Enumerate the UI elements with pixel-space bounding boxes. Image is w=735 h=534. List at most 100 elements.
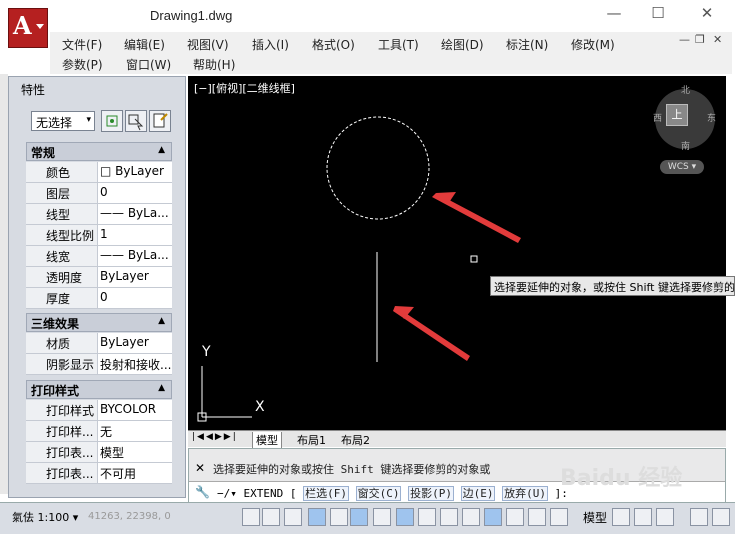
prop-key: 厚度 bbox=[26, 288, 98, 309]
3d-effects-section-header[interactable]: 三维效果 ▲ bbox=[26, 313, 172, 332]
polar-tracking-button[interactable] bbox=[330, 508, 348, 526]
quick-view-layouts-button[interactable] bbox=[612, 508, 630, 526]
dynamic-input-tooltip: 选择要延伸的对象，或按住 Shift 键选择要修剪的对象或 bbox=[490, 276, 735, 296]
workspace-switch-button[interactable] bbox=[690, 508, 708, 526]
plot-section-title: 打印样式 bbox=[31, 384, 80, 398]
annotation-visibility-button[interactable] bbox=[656, 508, 674, 526]
annotation-scale[interactable]: 氣佉 1:100 ▾ bbox=[12, 509, 78, 525]
grid-display-button[interactable] bbox=[284, 508, 302, 526]
3d-section-title: 三维效果 bbox=[31, 317, 80, 331]
window-title: Drawing1.dwg bbox=[150, 8, 233, 23]
quick-properties-button[interactable] bbox=[506, 508, 524, 526]
prop-row[interactable]: 透明度 ByLayer bbox=[26, 267, 172, 288]
prop-key: 图层 bbox=[26, 183, 98, 204]
collapse-icon: ▲ bbox=[158, 383, 165, 393]
model-space-button[interactable]: 模型 bbox=[583, 509, 607, 526]
menu-file[interactable]: 文件(F) bbox=[62, 36, 102, 53]
autocad-logo-icon: A bbox=[13, 11, 32, 40]
plot-style-section-header[interactable]: 打印样式 ▲ bbox=[26, 380, 172, 399]
prop-value: 无 bbox=[98, 421, 172, 442]
menu-dimension[interactable]: 标注(N) bbox=[506, 36, 548, 53]
prop-row[interactable]: 打印表... 模型 bbox=[26, 442, 172, 463]
prop-row[interactable]: 厚度 0 bbox=[26, 288, 172, 309]
prop-key: 打印表... bbox=[26, 463, 98, 484]
option-fence[interactable]: 栏选(F) bbox=[303, 486, 349, 501]
application-menu-button[interactable]: A bbox=[8, 8, 48, 48]
select-objects-button[interactable] bbox=[125, 110, 147, 132]
infer-constraints-button[interactable] bbox=[242, 508, 260, 526]
annotation-monitor-button[interactable] bbox=[550, 508, 568, 526]
general-section-header[interactable]: 常规 ▲ bbox=[26, 142, 172, 161]
menu-help[interactable]: 帮助(H) bbox=[193, 56, 235, 73]
prop-row[interactable]: 线宽 —— ByLa... bbox=[26, 246, 172, 267]
menu-draw[interactable]: 绘图(D) bbox=[441, 36, 484, 53]
prop-row[interactable]: 材质 ByLayer bbox=[26, 333, 172, 354]
option-edge[interactable]: 边(E) bbox=[460, 486, 496, 501]
prop-row[interactable]: 阴影显示 投射和接收... bbox=[26, 354, 172, 375]
dashed-circle[interactable] bbox=[326, 116, 430, 220]
ortho-mode-button[interactable] bbox=[308, 508, 326, 526]
quick-select-button[interactable] bbox=[149, 110, 171, 132]
quick-select-icon bbox=[153, 113, 168, 128]
prop-row[interactable]: 打印样... 无 bbox=[26, 421, 172, 442]
snap-mode-button[interactable] bbox=[262, 508, 280, 526]
prop-row[interactable]: 线型比例 1 bbox=[26, 225, 172, 246]
dynamic-ucs-button[interactable] bbox=[418, 508, 436, 526]
doc-close-button[interactable]: ✕ bbox=[713, 33, 722, 46]
3d-object-snap-button[interactable] bbox=[373, 508, 391, 526]
option-project[interactable]: 投影(P) bbox=[408, 486, 454, 501]
maximize-button[interactable]: ☐ bbox=[643, 4, 673, 26]
toggle-pickadd-button[interactable] bbox=[101, 110, 123, 132]
quick-view-drawings-button[interactable] bbox=[634, 508, 652, 526]
tab-layout1[interactable]: 布局1 bbox=[294, 432, 329, 448]
prop-key: 打印样... bbox=[26, 421, 98, 442]
doc-minimize-button[interactable]: — bbox=[679, 33, 690, 46]
tab-model[interactable]: 模型 bbox=[252, 432, 282, 449]
menu-parametric[interactable]: 参数(P) bbox=[62, 56, 103, 73]
option-undo[interactable]: 放弃(U) bbox=[502, 486, 548, 501]
selection-dropdown[interactable]: 无选择 ▾ bbox=[31, 111, 95, 131]
menu-tools[interactable]: 工具(T) bbox=[378, 36, 419, 53]
coordinates-readout[interactable]: 41263, 22398, 0 bbox=[88, 511, 171, 522]
chevron-down-icon: ▾ bbox=[86, 115, 91, 125]
prop-row[interactable]: 打印表... 不可用 bbox=[26, 463, 172, 484]
dynamic-input-button[interactable] bbox=[440, 508, 458, 526]
tab-layout2[interactable]: 布局2 bbox=[338, 432, 373, 448]
prop-row[interactable]: 打印样式 BYCOLOR bbox=[26, 400, 172, 421]
menu-format[interactable]: 格式(O) bbox=[312, 36, 355, 53]
menu-modify[interactable]: 修改(M) bbox=[571, 36, 615, 53]
object-snap-tracking-button[interactable] bbox=[396, 508, 414, 526]
selection-cycling-button[interactable] bbox=[528, 508, 546, 526]
wrench-icon[interactable]: 🔧 bbox=[195, 485, 210, 499]
transparency-button[interactable] bbox=[484, 508, 502, 526]
lineweight-button[interactable] bbox=[462, 508, 480, 526]
prop-row[interactable]: 图层 0 bbox=[26, 183, 172, 204]
tab-nav-arrows-icon[interactable]: |◀◀▶▶| bbox=[192, 432, 238, 442]
prop-key: 线型比例 bbox=[26, 225, 98, 246]
option-crossing[interactable]: 窗交(C) bbox=[355, 486, 402, 501]
close-icon[interactable]: ✕ bbox=[195, 461, 205, 475]
prop-row[interactable]: 颜色 □ ByLayer bbox=[26, 162, 172, 183]
close-button[interactable]: ✕ bbox=[692, 4, 722, 26]
menu-window[interactable]: 窗口(W) bbox=[126, 56, 171, 73]
prop-value: 不可用 bbox=[98, 463, 172, 484]
minimize-button[interactable]: — bbox=[599, 4, 629, 26]
object-snap-button[interactable] bbox=[350, 508, 368, 526]
prop-value: ByLayer bbox=[98, 333, 172, 354]
ucs-x-label: X bbox=[255, 399, 265, 415]
menu-edit[interactable]: 编辑(E) bbox=[124, 36, 165, 53]
clean-screen-button[interactable] bbox=[712, 508, 730, 526]
prop-value: □ ByLayer bbox=[98, 162, 172, 183]
general-section-title: 常规 bbox=[31, 146, 56, 160]
prop-row[interactable]: 线型 —— ByLa... bbox=[26, 204, 172, 225]
prop-value: ByLayer bbox=[98, 267, 172, 288]
select-objects-icon bbox=[128, 114, 144, 131]
menu-insert[interactable]: 插入(I) bbox=[252, 36, 289, 53]
drawing-canvas[interactable]: [−][俯视][二维线框] 上 北 南 东 西 WCS ▾ Y X bbox=[188, 76, 726, 430]
properties-header: 特性 bbox=[9, 77, 185, 99]
pickadd-icon bbox=[106, 115, 118, 127]
menu-view[interactable]: 视图(V) bbox=[187, 36, 229, 53]
left-edge bbox=[0, 74, 8, 494]
doc-restore-button[interactable]: ❐ bbox=[695, 33, 705, 46]
ucs-y-label: Y bbox=[202, 344, 211, 360]
